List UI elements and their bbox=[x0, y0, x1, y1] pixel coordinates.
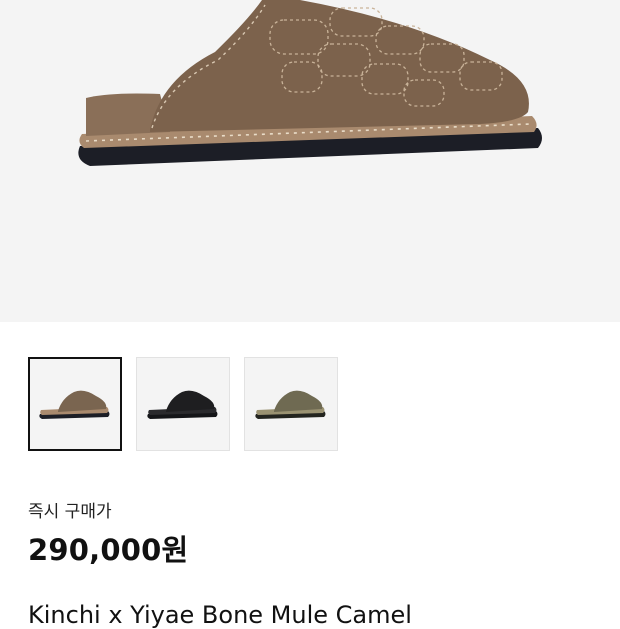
product-title: Kinchi x Yiyae Bone Mule Camel bbox=[28, 601, 412, 629]
thumbnail-strip bbox=[28, 357, 338, 451]
thumbnail-black[interactable] bbox=[136, 357, 230, 451]
mule-shoe-illustration bbox=[78, 0, 542, 166]
product-hero-image bbox=[0, 0, 620, 322]
mule-thumbnail-icon bbox=[147, 390, 218, 419]
thumbnail-olive[interactable] bbox=[244, 357, 338, 451]
mule-thumbnail-icon bbox=[255, 390, 326, 419]
thumbnail-camel[interactable] bbox=[28, 357, 122, 451]
price-value: 290,000원 bbox=[28, 533, 189, 567]
mule-thumbnail-icon bbox=[39, 390, 110, 419]
instant-buy-price-label: 즉시 구매가 bbox=[28, 502, 112, 522]
